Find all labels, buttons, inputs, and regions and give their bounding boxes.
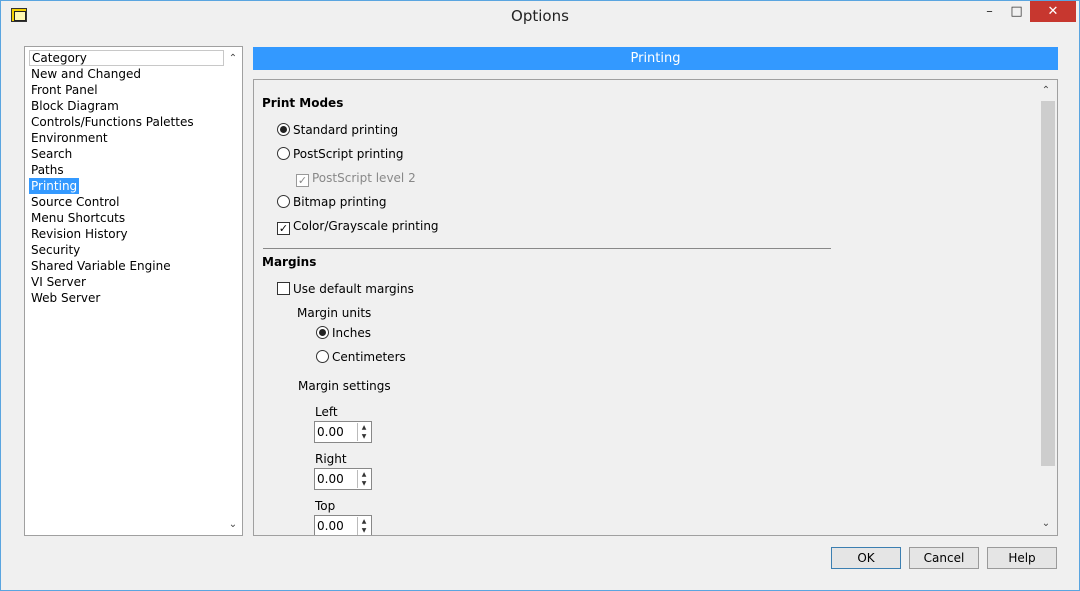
color-grayscale-checkbox[interactable]: ✓ Color/Grayscale printing (277, 218, 439, 235)
color-grayscale-label: Color/Grayscale printing (293, 219, 439, 233)
category-item-controls-functions-palettes[interactable]: Controls/Functions Palettes (29, 114, 224, 130)
margin-units-label: Margin units (297, 306, 372, 320)
radio-unselected-icon (316, 350, 329, 363)
category-item-new-and-changed[interactable]: New and Changed (29, 66, 224, 82)
spin-arrows-icon[interactable]: ▲ ▼ (357, 470, 370, 488)
content-scrollbar[interactable]: ⌃ ⌄ (1039, 80, 1057, 535)
title-bar: Options – □ ✕ (1, 1, 1079, 32)
radio-unselected-icon (277, 195, 290, 208)
left-margin-input[interactable]: 0.00 ▲ ▼ (314, 421, 372, 443)
cancel-button[interactable]: Cancel (909, 547, 979, 569)
category-item-vi-server[interactable]: VI Server (29, 274, 224, 290)
inches-radio[interactable]: Inches (316, 325, 371, 341)
options-window: Options – □ ✕ Category New and Changed F… (0, 0, 1080, 591)
scroll-down-arrow-icon[interactable]: ⌄ (1039, 517, 1053, 531)
right-margin-value: 0.00 (317, 472, 344, 486)
category-header: Category (29, 50, 224, 66)
category-list-panel: Category New and Changed Front Panel Blo… (24, 46, 243, 536)
category-item-shared-variable-engine[interactable]: Shared Variable Engine (29, 258, 224, 274)
radio-selected-icon (316, 326, 329, 339)
category-item-revision-history[interactable]: Revision History (29, 226, 224, 242)
category-item-security[interactable]: Security (29, 242, 224, 258)
category-item-environment[interactable]: Environment (29, 130, 224, 146)
centimeters-label: Centimeters (332, 350, 406, 364)
left-margin-value: 0.00 (317, 425, 344, 439)
inches-label: Inches (332, 326, 371, 340)
section-divider (263, 248, 831, 249)
ok-button[interactable]: OK (831, 547, 901, 569)
category-scrollbar[interactable]: ⌃ ⌄ (226, 50, 240, 534)
close-button[interactable]: ✕ (1030, 1, 1076, 22)
checkbox-unchecked-icon (277, 282, 290, 295)
scroll-up-arrow-icon[interactable]: ⌃ (226, 52, 240, 66)
printing-settings-panel: Print Modes Standard printing PostScript… (253, 79, 1058, 536)
top-margin-value: 0.00 (317, 519, 344, 533)
scroll-down-arrow-icon[interactable]: ⌄ (226, 518, 240, 532)
category-item-block-diagram[interactable]: Block Diagram (29, 98, 224, 114)
margins-heading: Margins (262, 255, 317, 269)
spin-arrows-icon[interactable]: ▲ ▼ (357, 423, 370, 441)
scroll-up-arrow-icon[interactable]: ⌃ (1039, 84, 1053, 98)
category-list: New and Changed Front Panel Block Diagra… (29, 66, 224, 306)
category-item-source-control[interactable]: Source Control (29, 194, 224, 210)
checkbox-checked-icon: ✓ (277, 222, 290, 235)
section-title-banner: Printing (253, 47, 1058, 70)
category-item-search[interactable]: Search (29, 146, 224, 162)
help-button[interactable]: Help (987, 547, 1057, 569)
postscript-printing-radio[interactable]: PostScript printing (277, 146, 403, 162)
category-item-front-panel[interactable]: Front Panel (29, 82, 224, 98)
top-margin-label: Top (315, 499, 336, 513)
radio-selected-icon (277, 123, 290, 136)
category-item-menu-shortcuts[interactable]: Menu Shortcuts (29, 210, 224, 226)
postscript-printing-label: PostScript printing (293, 147, 404, 161)
use-default-margins-checkbox[interactable]: Use default margins (277, 281, 414, 297)
maximize-button[interactable]: □ (1003, 1, 1030, 22)
centimeters-radio[interactable]: Centimeters (316, 349, 406, 365)
use-default-margins-label: Use default margins (293, 282, 414, 296)
standard-printing-label: Standard printing (293, 123, 399, 137)
scroll-thumb[interactable] (1041, 101, 1055, 466)
top-margin-input[interactable]: 0.00 ▲ ▼ (314, 515, 372, 535)
postscript-level2-checkbox[interactable]: ✓ PostScript level 2 (296, 170, 416, 187)
margin-settings-label: Margin settings (298, 379, 391, 393)
window-title: Options (511, 7, 569, 25)
bitmap-printing-label: Bitmap printing (293, 195, 387, 209)
category-item-paths[interactable]: Paths (29, 162, 224, 178)
print-modes-heading: Print Modes (262, 96, 344, 110)
category-item-printing[interactable]: Printing (29, 178, 80, 194)
category-item-web-server[interactable]: Web Server (29, 290, 224, 306)
minimize-button[interactable]: – (976, 1, 1003, 22)
left-margin-label: Left (315, 405, 338, 419)
spin-arrows-icon[interactable]: ▲ ▼ (357, 517, 370, 535)
checkbox-checked-disabled-icon: ✓ (296, 174, 309, 187)
standard-printing-radio[interactable]: Standard printing (277, 122, 398, 138)
radio-unselected-icon (277, 147, 290, 160)
right-margin-label: Right (315, 452, 347, 466)
postscript-level2-label: PostScript level 2 (312, 171, 416, 185)
right-margin-input[interactable]: 0.00 ▲ ▼ (314, 468, 372, 490)
bitmap-printing-radio[interactable]: Bitmap printing (277, 194, 387, 210)
